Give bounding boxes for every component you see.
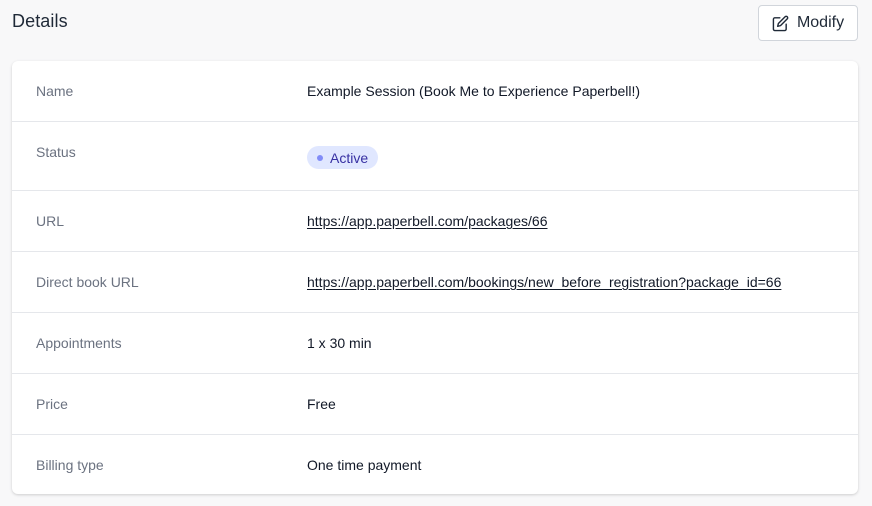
detail-row-status: Status Active — [12, 122, 858, 191]
detail-row-url: URL https://app.paperbell.com/packages/6… — [12, 191, 858, 252]
details-header: Details Modify — [0, 0, 872, 48]
detail-label: Direct book URL — [36, 274, 139, 290]
detail-row-price: Price Free — [12, 374, 858, 435]
modify-button[interactable]: Modify — [758, 5, 858, 41]
status-dot-icon — [317, 154, 323, 161]
detail-row-direct-book-url: Direct book URL https://app.paperbell.co… — [12, 252, 858, 313]
detail-row-appointments: Appointments 1 x 30 min — [12, 313, 858, 374]
package-url-link[interactable]: https://app.paperbell.com/packages/66 — [307, 213, 548, 229]
detail-label: Billing type — [36, 457, 104, 473]
detail-label: Name — [36, 83, 74, 99]
direct-book-url-link[interactable]: https://app.paperbell.com/bookings/new_b… — [307, 274, 781, 290]
status-badge-text: Active — [330, 149, 369, 166]
detail-label: Status — [36, 144, 76, 160]
detail-value-name: Example Session (Book Me to Experience P… — [307, 83, 641, 99]
detail-label: URL — [36, 213, 65, 229]
detail-value-billing-type: One time payment — [307, 457, 422, 473]
modify-button-label: Modify — [796, 14, 845, 31]
detail-row-name: Name Example Session (Book Me to Experie… — [12, 61, 858, 122]
status-badge: Active — [307, 146, 379, 169]
details-card: Name Example Session (Book Me to Experie… — [12, 61, 858, 494]
detail-value-price: Free — [307, 396, 336, 412]
detail-row-billing-type: Billing type One time payment — [12, 435, 858, 494]
detail-label: Price — [36, 396, 68, 412]
page-title: Details — [12, 11, 68, 31]
detail-label: Appointments — [36, 335, 122, 351]
edit-icon — [772, 15, 789, 32]
detail-value-appointments: 1 x 30 min — [307, 335, 372, 351]
